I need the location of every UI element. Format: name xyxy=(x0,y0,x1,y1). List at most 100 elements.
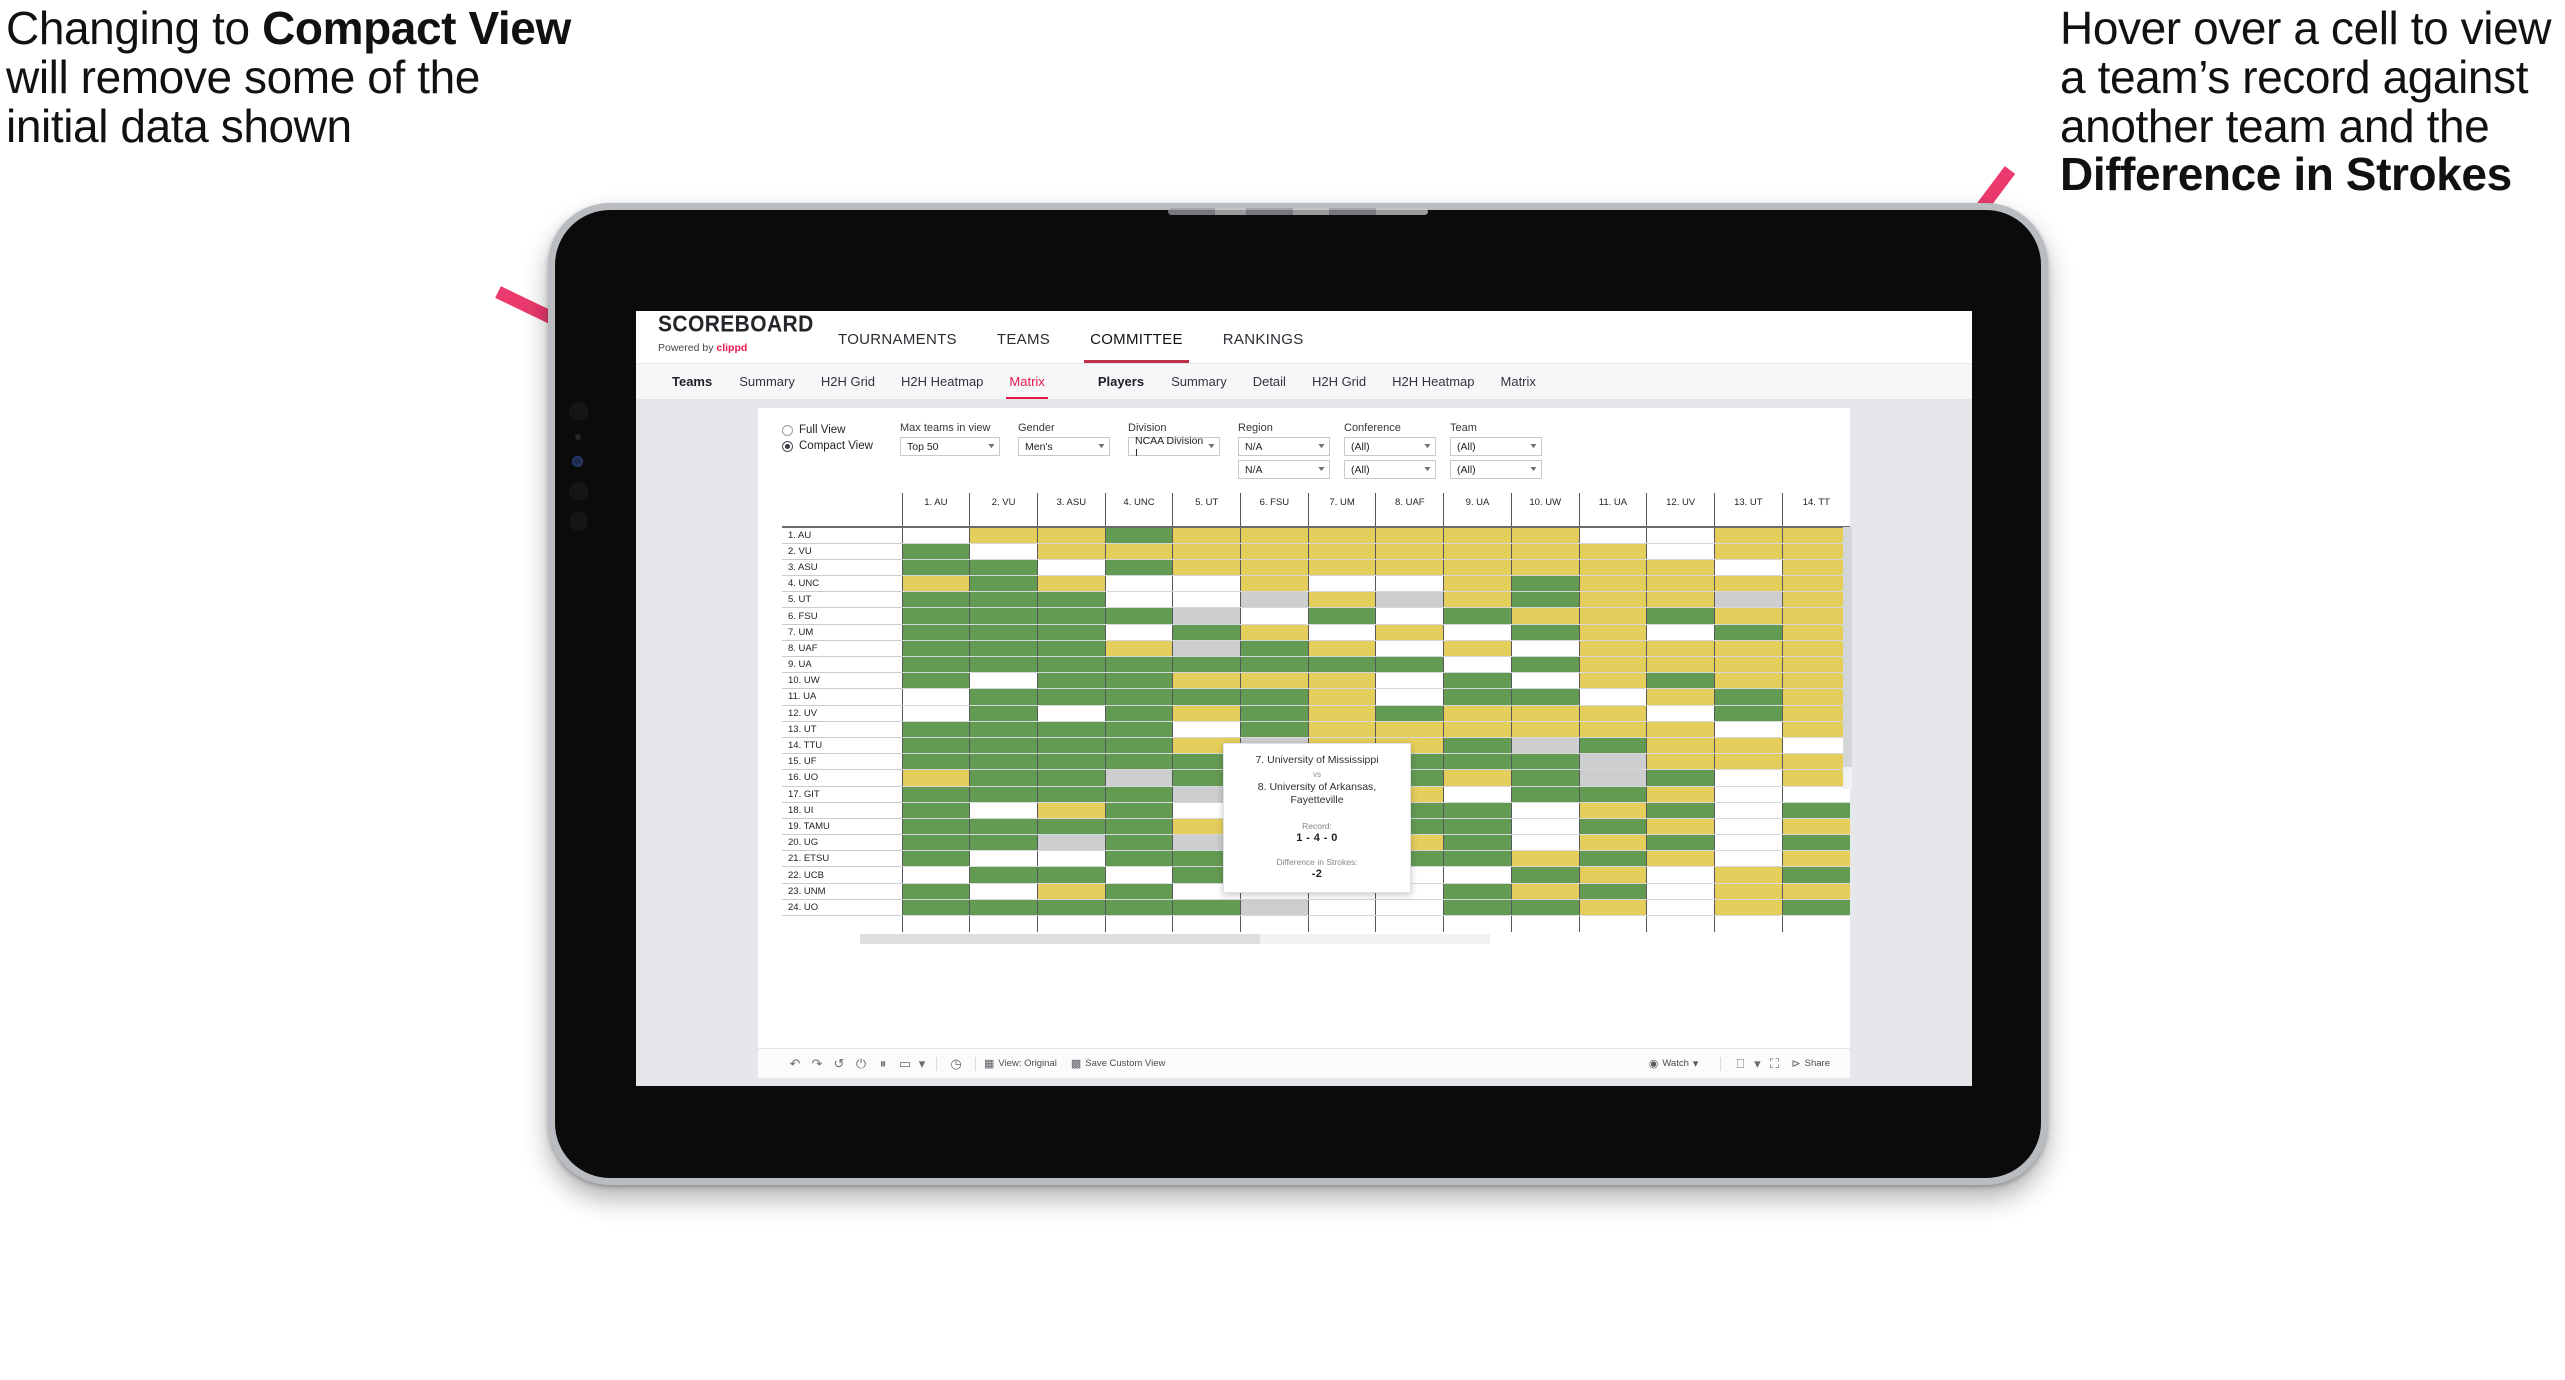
matrix-cell[interactable] xyxy=(1781,656,1850,674)
matrix-cell[interactable] xyxy=(1443,786,1512,803)
matrix-cell[interactable] xyxy=(969,624,1038,641)
topnav-rankings[interactable]: RANKINGS xyxy=(1203,331,1324,363)
matrix-cell[interactable] xyxy=(1443,721,1512,738)
matrix-cell[interactable] xyxy=(901,705,970,722)
matrix-cell[interactable] xyxy=(1578,786,1647,803)
matrix-row-header[interactable]: 18. UI xyxy=(782,802,903,819)
matrix-cell[interactable] xyxy=(1172,899,1241,917)
matrix-cell[interactable] xyxy=(1036,786,1106,803)
matrix-cell[interactable] xyxy=(1646,688,1715,706)
matrix-row-header[interactable]: 15. UF xyxy=(782,753,903,771)
matrix-cell[interactable] xyxy=(969,575,1038,593)
matrix-cell[interactable] xyxy=(1104,527,1173,544)
matrix-row-header[interactable]: 12. UV xyxy=(782,705,903,722)
matrix-cell[interactable] xyxy=(1443,688,1512,706)
matrix-cell[interactable] xyxy=(1036,527,1106,544)
matrix-cell[interactable] xyxy=(1443,559,1512,577)
share-button[interactable]: ⊳ Share xyxy=(1791,1057,1830,1070)
matrix-cell[interactable] xyxy=(901,624,970,641)
matrix-cell[interactable] xyxy=(1307,575,1376,593)
matrix-cell[interactable] xyxy=(901,721,970,738)
matrix-cell[interactable] xyxy=(901,672,970,690)
matrix-cell[interactable] xyxy=(901,769,970,787)
matrix-row-header[interactable]: 13. UT xyxy=(782,721,903,738)
watch-button[interactable]: ◉ Watch ▾ xyxy=(1649,1057,1699,1070)
matrix-cell[interactable] xyxy=(1510,737,1580,755)
matrix-cell[interactable] xyxy=(1713,527,1783,544)
matrix-cell[interactable] xyxy=(1713,866,1783,884)
matrix-cell[interactable] xyxy=(1036,656,1106,674)
matrix-cell[interactable] xyxy=(1375,899,1444,917)
matrix-row-header[interactable]: 16. UO xyxy=(782,769,903,787)
matrix-cell[interactable] xyxy=(1104,672,1173,690)
matrix-cell[interactable] xyxy=(969,607,1038,625)
matrix-cell[interactable] xyxy=(1646,705,1715,722)
matrix-cell[interactable] xyxy=(1240,591,1309,609)
matrix-cell[interactable] xyxy=(1713,543,1783,560)
matrix-cell[interactable] xyxy=(1510,802,1580,819)
matrix-cell[interactable] xyxy=(1510,575,1580,593)
matrix-cell[interactable] xyxy=(1646,786,1715,803)
matrix-cell[interactable] xyxy=(1240,672,1309,690)
matrix-cell[interactable] xyxy=(1781,559,1850,577)
matrix-cell[interactable] xyxy=(1646,834,1715,852)
matrix-column-header[interactable]: 1. AU xyxy=(901,493,970,528)
matrix-cell[interactable] xyxy=(1307,656,1376,674)
matrix-cell[interactable] xyxy=(1781,575,1850,593)
matrix-cell[interactable] xyxy=(1510,624,1580,641)
matrix-cell[interactable] xyxy=(1578,543,1647,560)
matrix-cell[interactable] xyxy=(1510,607,1580,625)
matrix-cell[interactable] xyxy=(1646,543,1715,560)
matrix-cell[interactable] xyxy=(1646,737,1715,755)
matrix-cell[interactable] xyxy=(1578,883,1647,900)
matrix-cell[interactable] xyxy=(1443,818,1512,836)
matrix-cell[interactable] xyxy=(1781,866,1850,884)
matrix-cell[interactable] xyxy=(1443,705,1512,722)
matrix-cell[interactable] xyxy=(1578,705,1647,722)
matrix-cell[interactable] xyxy=(969,591,1038,609)
matrix-cell[interactable] xyxy=(1104,721,1173,738)
matrix-cell[interactable] xyxy=(1578,624,1647,641)
chevron-down-icon[interactable]: ▾ xyxy=(1751,1056,1763,1072)
matrix-horizontal-scrollbar[interactable] xyxy=(860,933,1490,944)
matrix-cell[interactable] xyxy=(1713,883,1783,900)
matrix-cell[interactable] xyxy=(1510,769,1580,787)
matrix-cell[interactable] xyxy=(1375,624,1444,641)
matrix-cell[interactable] xyxy=(1646,899,1715,917)
matrix-cell[interactable] xyxy=(1375,688,1444,706)
matrix-cell[interactable] xyxy=(1646,753,1715,771)
matrix-cell[interactable] xyxy=(1104,705,1173,722)
matrix-cell[interactable] xyxy=(1510,818,1580,836)
matrix-cell[interactable] xyxy=(1578,721,1647,738)
matrix-cell[interactable] xyxy=(1375,559,1444,577)
topnav-tournaments[interactable]: TOURNAMENTS xyxy=(818,331,977,363)
matrix-cell[interactable] xyxy=(969,688,1038,706)
matrix-row-header[interactable]: 17. GIT xyxy=(782,786,903,803)
matrix-cell[interactable] xyxy=(1646,802,1715,819)
matrix-cell[interactable] xyxy=(1104,607,1173,625)
matrix-cell[interactable] xyxy=(1713,818,1783,836)
matrix-cell[interactable] xyxy=(1510,721,1580,738)
filter-gender-select[interactable]: Men's ▼ xyxy=(1018,437,1110,456)
matrix-cell[interactable] xyxy=(1240,721,1309,738)
matrix-cell[interactable] xyxy=(901,850,970,868)
matrix-row-header[interactable]: 8. UAF xyxy=(782,640,903,658)
matrix-cell[interactable] xyxy=(1443,575,1512,593)
matrix-column-header[interactable]: 7. UM xyxy=(1307,493,1376,528)
matrix-cell[interactable] xyxy=(1375,607,1444,625)
matrix-cell[interactable] xyxy=(1510,527,1580,544)
matrix-cell[interactable] xyxy=(901,802,970,819)
subnav-players-h2h-grid[interactable]: H2H Grid xyxy=(1299,374,1379,389)
matrix-cell[interactable] xyxy=(1713,688,1783,706)
matrix-cell[interactable] xyxy=(1713,672,1783,690)
matrix-cell[interactable] xyxy=(1578,802,1647,819)
matrix-cell[interactable] xyxy=(1646,559,1715,577)
matrix-cell[interactable] xyxy=(1646,575,1715,593)
matrix-cell[interactable] xyxy=(969,543,1038,560)
matrix-cell[interactable] xyxy=(1172,591,1241,609)
matrix-cell[interactable] xyxy=(1578,688,1647,706)
matrix-vertical-scrollbar[interactable] xyxy=(1843,527,1852,789)
matrix-cell[interactable] xyxy=(1036,607,1106,625)
matrix-cell[interactable] xyxy=(969,899,1038,917)
matrix-cell[interactable] xyxy=(1578,866,1647,884)
